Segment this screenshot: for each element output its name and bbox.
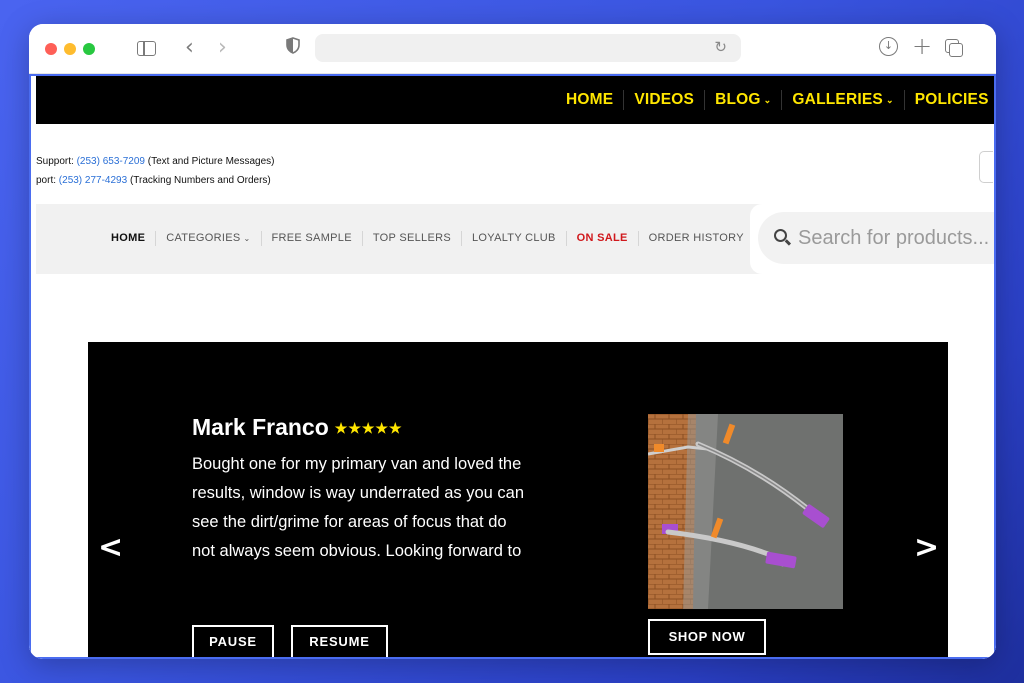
support-phone-link[interactable]: (253) 653-7209 — [77, 156, 145, 167]
browser-toolbar: ‹ › ↻ ↓ + — [29, 24, 996, 74]
nav-top-sellers[interactable]: TOP SELLERS — [363, 231, 462, 246]
top-nav-label: VIDEOS — [634, 91, 695, 108]
search-input[interactable]: Search for products... — [758, 212, 994, 264]
nav-on-sale[interactable]: ON SALE — [567, 231, 639, 246]
top-nav-galleries[interactable]: GALLERIES ⌄ — [782, 90, 905, 110]
prev-slide-arrow-icon[interactable]: < — [98, 530, 123, 565]
top-nav: HOME VIDEOS BLOG⌄ GALLERIES⌄ POLICIES C — [556, 90, 994, 110]
minimize-window-button[interactable] — [64, 43, 76, 55]
search-icon[interactable] — [774, 229, 787, 242]
support-label: Support: — [36, 156, 77, 167]
main-nav-band: HOME CATEGORIES ⌄ FREE SAMPLE TOP SELLERS… — [36, 204, 994, 274]
back-icon[interactable]: ‹ — [185, 35, 194, 60]
top-nav-home[interactable]: HOME — [556, 90, 625, 110]
nav-label: HOME — [111, 232, 146, 244]
forward-icon[interactable]: › — [218, 35, 227, 60]
zoom-window-button[interactable] — [83, 43, 95, 55]
nav-label: LOYALTY CLUB — [471, 232, 556, 244]
star-rating: ★★★★★ — [334, 420, 403, 436]
chevron-down-icon: ⌄ — [885, 94, 894, 105]
page-viewport: HOME VIDEOS BLOG⌄ GALLERIES⌄ POLICIES C … — [29, 74, 996, 659]
support-line-orders: port: (253) 277-4293 (Tracking Numbers a… — [36, 171, 274, 190]
nav-categories[interactable]: CATEGORIES ⌄ — [156, 231, 262, 246]
support-label: port: — [36, 175, 59, 186]
nav-label: CATEGORIES — [166, 232, 241, 244]
top-nav-label: GALLERIES — [792, 91, 883, 108]
new-tab-icon[interactable]: + — [912, 32, 932, 60]
top-nav-label: POLICIES — [914, 91, 989, 108]
sidebar-icon[interactable] — [137, 41, 156, 56]
address-bar[interactable]: ↻ — [315, 34, 741, 62]
nav-label: ON SALE — [576, 232, 628, 244]
search-placeholder: Search for products... — [798, 227, 990, 249]
top-nav-videos[interactable]: VIDEOS — [624, 90, 706, 110]
support-note: (Text and Picture Messages) — [144, 156, 275, 167]
reviewer-name: Mark Franco — [192, 414, 329, 440]
top-nav-label: HOME — [566, 91, 614, 108]
pause-button[interactable]: PAUSE — [192, 625, 274, 657]
next-slide-arrow-icon[interactable]: > — [914, 530, 939, 565]
top-header-bar: HOME VIDEOS BLOG⌄ GALLERIES⌄ POLICIES C — [36, 76, 994, 124]
top-nav-blog[interactable]: BLOG ⌄ — [705, 90, 783, 110]
chevron-down-icon: ⌄ — [243, 234, 251, 243]
nav-label: FREE SAMPLE — [271, 232, 352, 244]
top-nav-policies[interactable]: POLICIES — [905, 90, 994, 110]
support-note: (Tracking Numbers and Orders) — [127, 175, 271, 186]
nav-home[interactable]: HOME — [101, 231, 157, 246]
reload-icon[interactable]: ↻ — [714, 38, 727, 56]
shield-icon[interactable] — [286, 37, 300, 54]
downloads-icon[interactable]: ↓ — [879, 37, 898, 56]
search-container: Search for products... — [750, 204, 994, 274]
testimonial-slider: < Mark Franco ★★★★★ Bought one for my pri… — [88, 342, 948, 657]
nav-loyalty-club[interactable]: LOYALTY CLUB — [462, 231, 567, 246]
header-action-button[interactable] — [979, 151, 993, 183]
main-nav: HOME CATEGORIES ⌄ FREE SAMPLE TOP SELLERS… — [101, 231, 754, 246]
close-window-button[interactable] — [45, 43, 57, 55]
nav-free-sample[interactable]: FREE SAMPLE — [262, 231, 363, 246]
product-photo — [648, 414, 843, 609]
nav-label: TOP SELLERS — [372, 232, 451, 244]
support-line-text: Support: (253) 653-7209 (Text and Pictur… — [36, 152, 274, 171]
reviewer-name-line: Mark Franco ★★★★★ — [192, 414, 403, 441]
chevron-down-icon: ⌄ — [763, 94, 772, 105]
resume-button[interactable]: RESUME — [291, 625, 388, 657]
orders-phone-link[interactable]: (253) 277-4293 — [59, 175, 127, 186]
tab-overview-icon[interactable] — [945, 39, 963, 57]
nav-label: ORDER HISTORY — [648, 232, 744, 244]
review-text: Bought one for my primary van and loved … — [192, 455, 524, 560]
top-nav-label: BLOG — [715, 91, 761, 108]
shop-now-button[interactable]: SHOP NOW — [648, 619, 766, 655]
support-info: Support: (253) 653-7209 (Text and Pictur… — [36, 152, 274, 190]
nav-order-history[interactable]: ORDER HISTORY — [639, 231, 754, 246]
browser-window: ‹ › ↻ ↓ + HOME VIDEOS BLOG ⌄ GALLERIES ⌄ P… — [29, 24, 996, 659]
